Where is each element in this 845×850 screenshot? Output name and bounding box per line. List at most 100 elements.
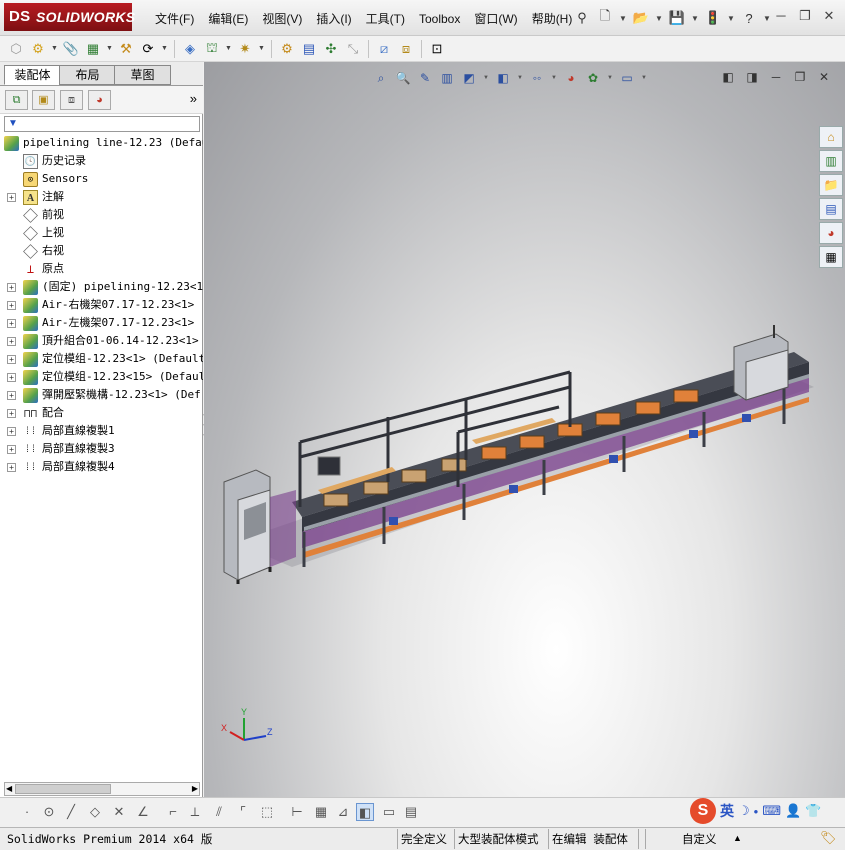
expand-toggle-icon[interactable]: + (7, 355, 16, 364)
tree-item[interactable]: 前视 (23, 206, 64, 224)
tree-item[interactable]: 頂升組合01-06.14-12.23<1> (23, 332, 199, 350)
angle-icon[interactable]: ∠ (134, 803, 152, 821)
point-icon[interactable]: · (18, 803, 36, 821)
expand-toggle-icon[interactable]: + (7, 337, 16, 346)
dropdown-arrow-icon[interactable]: ▼ (257, 39, 266, 59)
open-folder-icon[interactable]: 📂 (631, 8, 651, 28)
expand-toggle-icon[interactable]: + (7, 193, 16, 202)
ime-user-icon[interactable]: 👤 (785, 803, 801, 819)
dropdown-arrow-icon[interactable]: ▼ (690, 8, 700, 28)
shaded-view-icon[interactable]: ◧ (356, 803, 374, 821)
rebuild-traffic-light-icon[interactable]: 🚦 (703, 8, 723, 28)
help-icon[interactable]: ? (739, 8, 759, 28)
dropdown-arrow-icon[interactable]: ▼ (105, 39, 114, 59)
chamfer-icon[interactable]: ⌐ (164, 803, 182, 821)
tree-horizontal-scrollbar[interactable]: ◀ ▶ (4, 782, 200, 796)
assembly-model-3d[interactable]: Y X Z (204, 62, 845, 797)
ime-language[interactable]: 英 (720, 801, 734, 821)
bill-of-materials-icon[interactable]: ▤ (299, 39, 319, 59)
rectangle-icon[interactable]: ⬚ (258, 803, 276, 821)
property-manager-icon[interactable]: ▣ (32, 90, 55, 110)
corner-icon[interactable]: ⌜ (234, 803, 252, 821)
ime-mode-icon[interactable]: • (754, 804, 759, 819)
tree-item[interactable]: ⊓⊓ 配合 (23, 404, 64, 422)
expand-toggle-icon[interactable]: + (7, 319, 16, 328)
interference-detection-icon[interactable]: ⧄ (374, 39, 394, 59)
tag-icon[interactable]: 🏷 (820, 828, 837, 848)
tree-item[interactable]: 🕓 历史记录 (23, 152, 86, 170)
grid-icon[interactable]: ▦ (312, 803, 330, 821)
tree-item[interactable]: ⊥ 原点 (23, 260, 64, 278)
more-tabs-icon[interactable]: » (190, 91, 197, 106)
menu-file[interactable]: 文件(F) (148, 9, 201, 29)
split-view-icon[interactable]: ▤ (402, 803, 420, 821)
dimension-icon[interactable]: ⊢ (288, 803, 306, 821)
smart-fasteners-icon[interactable]: ⚒ (116, 39, 136, 59)
new-document-icon[interactable]: 🗋 (595, 8, 615, 28)
menu-edit[interactable]: 编辑(E) (201, 9, 255, 29)
exploded-view-icon[interactable]: ✣ (321, 39, 341, 59)
close-icon[interactable]: ✕ (819, 7, 839, 25)
tree-item[interactable]: ⊙ Sensors (23, 170, 88, 188)
expand-toggle-icon[interactable]: + (7, 301, 16, 310)
reference-geometry-icon[interactable]: ✷ (235, 39, 255, 59)
tree-item[interactable]: 右视 (23, 242, 64, 260)
insert-component-icon[interactable]: ⚙ (28, 39, 48, 59)
move-component-icon[interactable]: ⟳ (138, 39, 158, 59)
sogou-ime-icon[interactable]: S (690, 798, 716, 824)
tree-item[interactable]: 定位模组-12.23<15> (Defaul (23, 368, 203, 386)
expand-toggle-icon[interactable]: + (7, 409, 16, 418)
line-icon[interactable]: ╱ (62, 803, 80, 821)
tree-item[interactable]: 定位模组-12.23<1> (Default (23, 350, 203, 368)
save-icon[interactable]: 💾 (667, 8, 687, 28)
circle-icon[interactable]: ⊙ (40, 803, 58, 821)
show-hidden-icon[interactable]: ◈ (180, 39, 200, 59)
dropdown-arrow-icon[interactable]: ▼ (618, 8, 628, 28)
tree-item[interactable]: A 注解 (23, 188, 64, 206)
assembly-features-icon[interactable]: ⛫ (202, 39, 222, 59)
trim-icon[interactable]: ✕ (110, 803, 128, 821)
menu-tools[interactable]: 工具(T) (359, 9, 412, 29)
edit-component-icon[interactable]: ⬡ (6, 39, 26, 59)
menu-insert[interactable]: 插入(I) (309, 9, 358, 29)
minimize-icon[interactable]: ─ (771, 7, 791, 25)
expand-toggle-icon[interactable]: + (7, 283, 16, 292)
tree-item[interactable]: (固定) pipelining-12.23<1> (23, 278, 203, 296)
graphics-area[interactable]: ⌕ 🔍 ✎ ▥ ◩ ▼ ◧ ▼ ◦◦ ▼ ◕ ✿ ▼ ▭ ▼ ◧ ◨ ─ ❐ ✕… (204, 62, 845, 797)
menu-view[interactable]: 视图(V) (255, 9, 309, 29)
dropdown-arrow-icon[interactable]: ▼ (654, 8, 664, 28)
tree-root[interactable]: pipelining line-12.23 (Default (4, 134, 203, 152)
status-units[interactable]: 自定义 (645, 829, 745, 849)
units-dropdown-icon[interactable]: ▲ (733, 828, 742, 848)
instant3d-icon[interactable]: ⊡ (427, 39, 447, 59)
mate-icon[interactable]: 📎 (61, 39, 81, 59)
expand-toggle-icon[interactable]: + (7, 427, 16, 436)
tree-filter[interactable]: ▼ (4, 116, 200, 132)
tree-item[interactable]: Air-左機架07.17-12.23<1> ( (23, 314, 203, 332)
clearance-verification-icon[interactable]: ⧈ (396, 39, 416, 59)
pin-icon[interactable]: ⚲ (572, 8, 592, 28)
tab-sketch[interactable]: 草图 (114, 65, 171, 85)
dropdown-arrow-icon[interactable]: ▼ (224, 39, 233, 59)
window-layout-icon[interactable]: ▭ (380, 803, 398, 821)
tree-item[interactable]: ⁞⁞ 局部直線複製1 (23, 422, 114, 440)
scroll-left-icon[interactable]: ◀ (6, 783, 12, 795)
dropdown-arrow-icon[interactable]: ▼ (160, 39, 169, 59)
solidworks-logo[interactable]: DS SOLIDWORKS (4, 3, 135, 31)
expand-toggle-icon[interactable]: + (7, 373, 16, 382)
scroll-right-icon[interactable]: ▶ (192, 783, 198, 795)
feature-manager-icon[interactable]: ⧉ (5, 90, 28, 110)
menu-toolbox[interactable]: Toolbox (412, 9, 467, 29)
dropdown-arrow-icon[interactable]: ▼ (726, 8, 736, 28)
tree-item[interactable]: ⁞⁞ 局部直線複製3 (23, 440, 114, 458)
tab-assembly[interactable]: 装配体 (4, 65, 61, 85)
dropdown-arrow-icon[interactable]: ▼ (50, 39, 59, 59)
expand-toggle-icon[interactable]: + (7, 445, 16, 454)
scroll-thumb[interactable] (15, 784, 111, 794)
sketch-angle-icon[interactable]: ⊿ (334, 803, 352, 821)
display-manager-icon[interactable]: ◕ (88, 90, 111, 110)
configuration-manager-icon[interactable]: ⧈ (60, 90, 83, 110)
ime-punctuation-icon[interactable]: ☽ (738, 803, 750, 819)
mirror-icon[interactable]: ⟂ (186, 803, 204, 821)
new-motion-study-icon[interactable]: ⚙ (277, 39, 297, 59)
